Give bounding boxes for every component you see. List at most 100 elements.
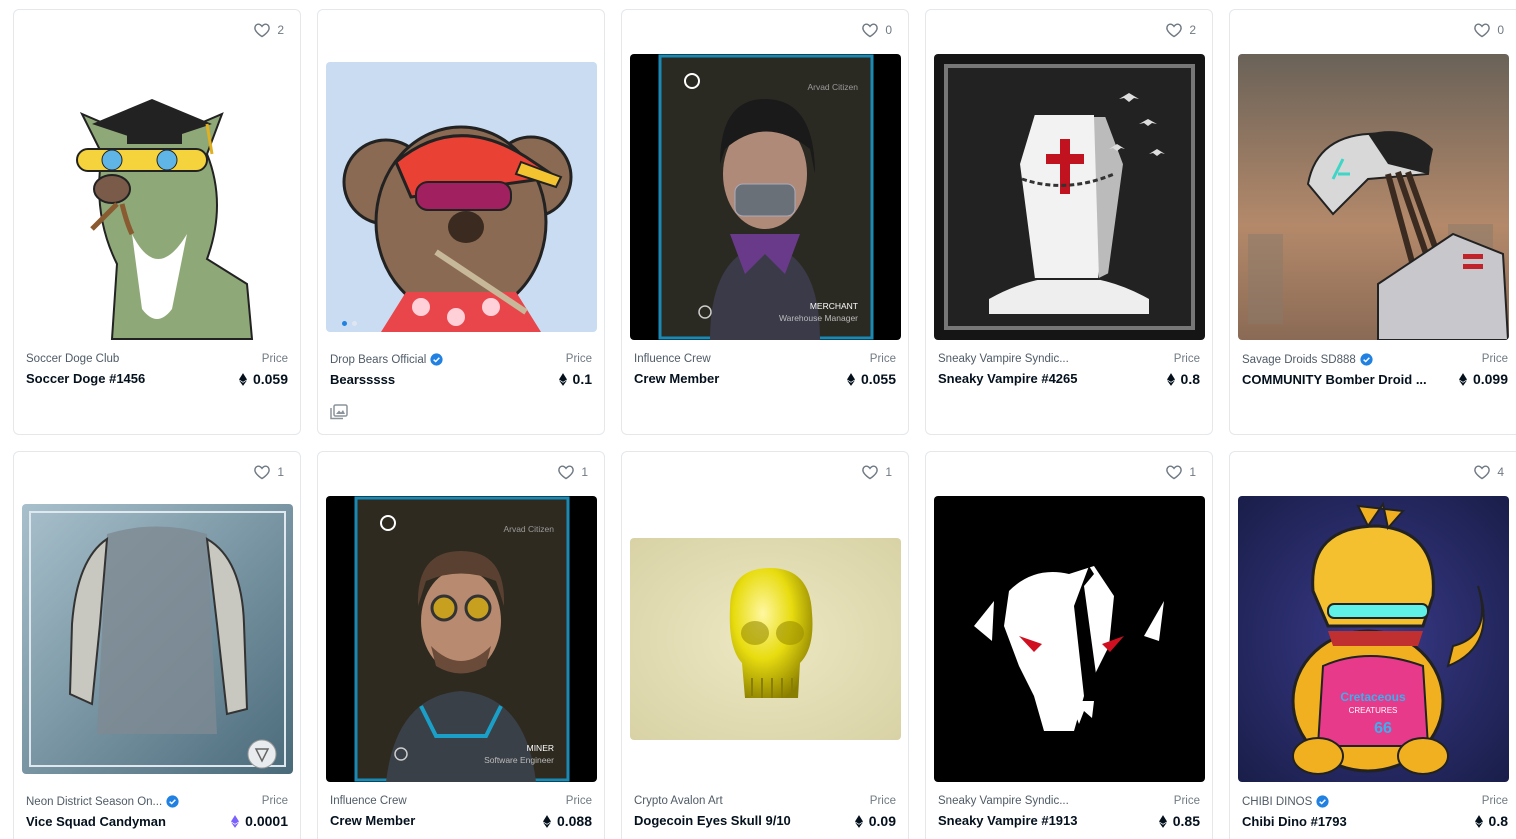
nft-image[interactable]: Arvad Citizen MINER Software Engineer bbox=[326, 496, 597, 782]
favorite-count: 0 bbox=[1497, 23, 1504, 37]
favorite-button[interactable]: 0 bbox=[861, 22, 892, 38]
nft-card[interactable]: 1 Crypto Avalon Art Dogecoin Eyes Skull … bbox=[621, 451, 909, 839]
card-header-text: Arvad Citizen bbox=[503, 524, 554, 534]
nft-image[interactable] bbox=[22, 54, 293, 340]
collection-name[interactable]: Sneaky Vampire Syndic... bbox=[938, 353, 1113, 365]
price-value: 0.055 bbox=[860, 371, 896, 387]
nft-card[interactable]: 1 Neon District Season On... Vice Squad … bbox=[13, 451, 301, 839]
favorite-count: 1 bbox=[885, 465, 892, 479]
nft-image[interactable] bbox=[934, 496, 1205, 782]
price: 0.0001 bbox=[231, 813, 288, 829]
nft-card[interactable]: 1 Sneaky Vampire Syndic... Sneaky Vampir… bbox=[925, 451, 1213, 839]
card-title-text: Warehouse Manager bbox=[779, 313, 858, 323]
price-value: 0.059 bbox=[252, 371, 288, 387]
price-value: 0.088 bbox=[556, 813, 592, 829]
nft-card[interactable]: Drop Bears Official Bearsssss Price 0.1 bbox=[317, 9, 605, 435]
sneaky-vampire-face-artwork bbox=[934, 496, 1205, 782]
nft-image[interactable] bbox=[934, 54, 1205, 340]
favorite-count: 2 bbox=[277, 23, 284, 37]
nft-card[interactable]: 2 Soccer Doge Club Soccer Doge #1456 Pri… bbox=[13, 9, 301, 435]
sneaky-vampire-coffin-artwork bbox=[934, 54, 1205, 340]
shirt-number: 66 bbox=[1374, 720, 1392, 737]
card-role-text: MINER bbox=[527, 743, 554, 753]
eth-icon bbox=[854, 814, 863, 828]
yellow-skull-artwork bbox=[630, 538, 901, 740]
nft-image[interactable] bbox=[1238, 54, 1509, 340]
favorite-button[interactable]: 4 bbox=[1473, 464, 1504, 480]
eth-icon bbox=[1458, 372, 1467, 386]
favorite-button[interactable]: 1 bbox=[557, 464, 588, 480]
heart-icon bbox=[1166, 465, 1183, 480]
collection-name[interactable]: Soccer Doge Club bbox=[26, 353, 201, 365]
verified-badge-icon bbox=[1360, 353, 1373, 366]
price: 0.8 bbox=[1166, 371, 1200, 387]
nft-name[interactable]: Soccer Doge #1456 bbox=[26, 371, 211, 386]
heart-icon bbox=[1474, 465, 1491, 480]
drop-bear-artwork bbox=[326, 62, 597, 332]
collection-name[interactable]: Neon District Season On... bbox=[26, 795, 201, 808]
carousel-dot[interactable] bbox=[342, 321, 347, 326]
nft-name[interactable]: Crew Member bbox=[634, 371, 819, 386]
price-label: Price bbox=[261, 353, 288, 365]
collection-name[interactable]: Drop Bears Official bbox=[330, 353, 505, 366]
nft-name[interactable]: COMMUNITY Bomber Droid ... bbox=[1242, 372, 1427, 387]
heart-icon bbox=[558, 465, 575, 480]
eth-icon bbox=[542, 814, 551, 828]
nft-card[interactable]: 0 Arvad Citizen MERCHANT Warehouse Manag… bbox=[621, 9, 909, 435]
heart-icon bbox=[254, 465, 271, 480]
collection-name[interactable]: CHIBI DINOS bbox=[1242, 795, 1417, 808]
eth-icon bbox=[1474, 814, 1483, 828]
card-header-text: Arvad Citizen bbox=[807, 82, 858, 92]
gallery-icon[interactable] bbox=[330, 404, 348, 420]
favorite-button[interactable]: 2 bbox=[253, 22, 284, 38]
collection-label: Drop Bears Official bbox=[330, 353, 427, 366]
price-value: 0.09 bbox=[868, 813, 896, 829]
favorite-count: 1 bbox=[581, 465, 588, 479]
collection-name[interactable]: Crypto Avalon Art bbox=[634, 795, 809, 807]
eth-icon bbox=[1158, 814, 1167, 828]
nft-card[interactable]: 1 Arvad Citizen MINER Software Engineer … bbox=[317, 451, 605, 839]
collection-name[interactable]: Influence Crew bbox=[634, 353, 809, 365]
price-label: Price bbox=[565, 353, 592, 365]
carousel-dot[interactable] bbox=[352, 321, 357, 326]
price-value: 0.1 bbox=[572, 371, 592, 387]
shirt-text-2: CREATURES bbox=[1349, 706, 1398, 715]
price-label: Price bbox=[869, 795, 896, 807]
nft-name[interactable]: Sneaky Vampire #1913 bbox=[938, 813, 1123, 828]
price: 0.1 bbox=[558, 371, 592, 387]
favorite-button[interactable]: 0 bbox=[1473, 22, 1504, 38]
favorite-button[interactable]: 1 bbox=[861, 464, 892, 480]
nft-name[interactable]: Crew Member bbox=[330, 813, 515, 828]
price-label: Price bbox=[1481, 353, 1508, 365]
nft-name[interactable]: Chibi Dino #1793 bbox=[1242, 814, 1427, 829]
price-value: 0.85 bbox=[1172, 813, 1200, 829]
nft-card[interactable]: 2 Sneaky Vampire Syndic... Sneaky Vampir… bbox=[925, 9, 1213, 435]
shirt-text: Cretaceous bbox=[1340, 690, 1406, 704]
verified-badge-icon bbox=[1316, 795, 1329, 808]
collection-name[interactable]: Influence Crew bbox=[330, 795, 505, 807]
favorite-count: 1 bbox=[277, 465, 284, 479]
nft-name[interactable]: Sneaky Vampire #4265 bbox=[938, 371, 1123, 386]
savage-droid-artwork bbox=[1238, 54, 1509, 340]
nft-image[interactable]: Arvad Citizen MERCHANT Warehouse Manager bbox=[630, 54, 901, 340]
nft-card[interactable]: 4 Cretaceous CREATURES 66 CHIBI DINOS Ch… bbox=[1229, 451, 1516, 839]
collection-name[interactable]: Savage Droids SD888 bbox=[1242, 353, 1417, 366]
chibi-dino-artwork: Cretaceous CREATURES 66 bbox=[1238, 496, 1509, 782]
price-label: Price bbox=[565, 795, 592, 807]
carousel-dots[interactable] bbox=[342, 321, 357, 326]
favorite-button[interactable]: 1 bbox=[1165, 464, 1196, 480]
nft-card[interactable]: 0 Savage Droids SD888 COMMUNITY Bomber D… bbox=[1229, 9, 1516, 435]
nft-image[interactable]: Cretaceous CREATURES 66 bbox=[1238, 496, 1509, 782]
nft-name[interactable]: Bearsssss bbox=[330, 372, 515, 387]
nft-image[interactable] bbox=[326, 62, 597, 332]
eth-icon bbox=[238, 372, 247, 386]
nft-image[interactable] bbox=[630, 538, 901, 740]
favorite-count: 1 bbox=[1189, 465, 1196, 479]
favorite-button[interactable]: 1 bbox=[253, 464, 284, 480]
nft-name[interactable]: Dogecoin Eyes Skull 9/10 bbox=[634, 813, 819, 828]
favorite-button[interactable]: 2 bbox=[1165, 22, 1196, 38]
collection-name[interactable]: Sneaky Vampire Syndic... bbox=[938, 795, 1113, 807]
nft-image[interactable] bbox=[22, 504, 293, 774]
collection-label: Neon District Season On... bbox=[26, 795, 163, 808]
nft-name[interactable]: Vice Squad Candyman bbox=[26, 814, 211, 829]
